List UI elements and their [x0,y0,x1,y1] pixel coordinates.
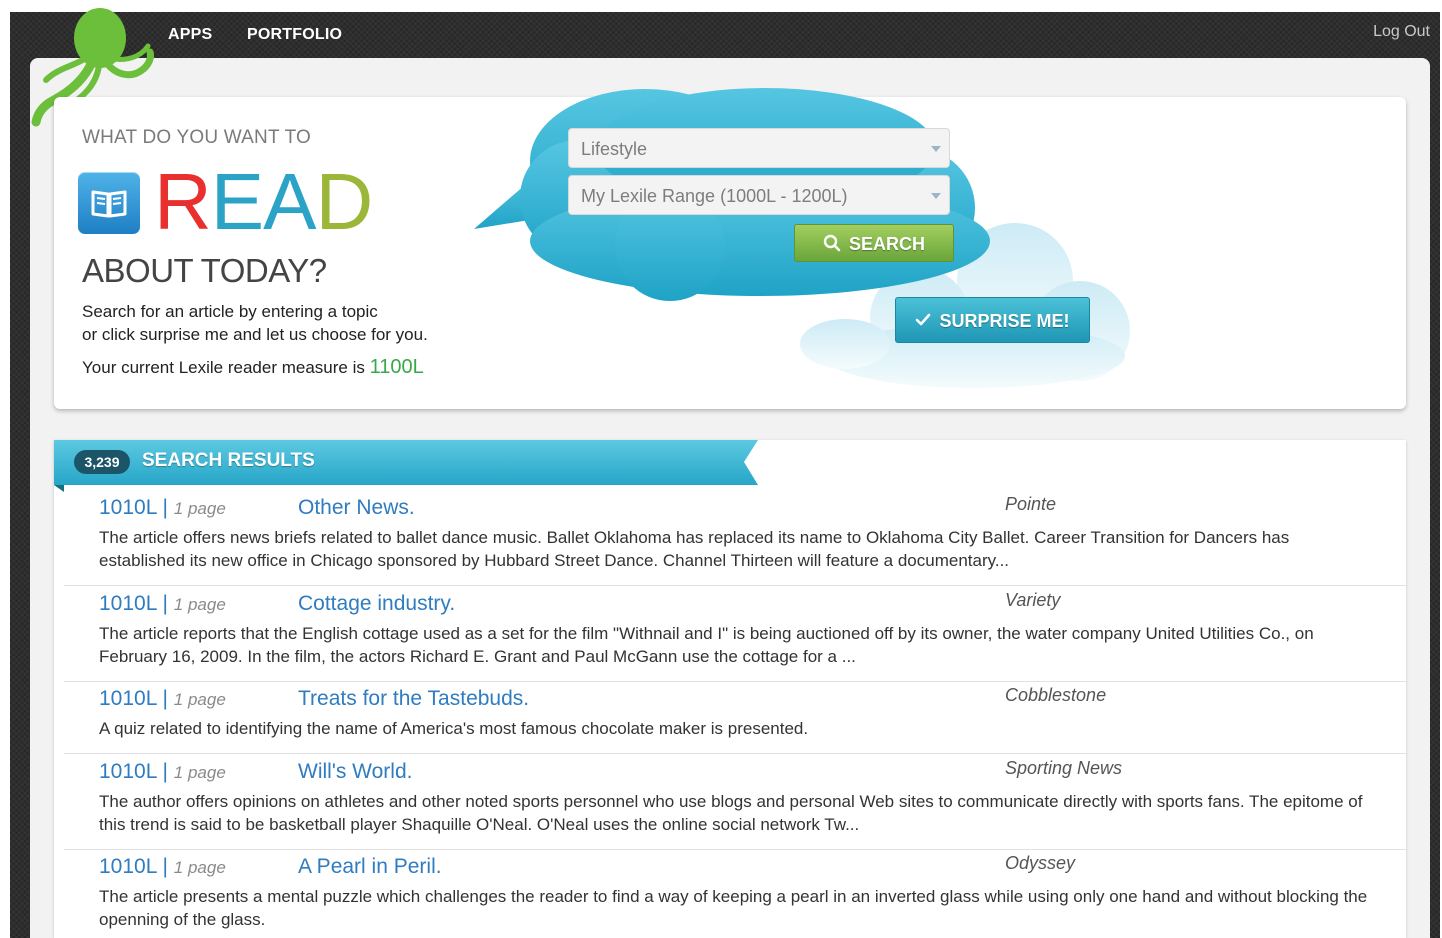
surprise-me-button[interactable]: SURPRISE ME! [895,297,1090,343]
nav-portfolio-link[interactable]: PORTFOLIO [247,26,342,44]
open-book-icon [78,172,140,234]
read-letter-d: D [315,157,374,246]
surprise-me-button-label: SURPRISE ME! [939,311,1070,331]
intro-text: Search for an article by entering a topi… [82,300,502,346]
result-row[interactable]: 1010L | 1 page Cottage industry. Variety… [64,590,1406,682]
result-source: Odyssey [1005,853,1076,873]
heading-about-today: ABOUT TODAY? [82,252,327,289]
result-title-link[interactable]: Other News. [298,496,415,520]
result-lexile: 1010L | 1 page [99,496,226,520]
topic-select-value: Lifestyle [581,139,648,159]
result-title-link[interactable]: A Pearl in Peril. [298,855,442,879]
logout-link[interactable]: Log Out [1373,23,1430,41]
result-separator: | [162,760,168,783]
search-icon [823,235,841,252]
result-lexile-value: 1010L [99,496,157,519]
result-title-link[interactable]: Will's World. [298,760,412,784]
search-button-label: SEARCH [848,234,925,254]
result-source: Pointe [1005,494,1057,514]
result-lexile-value: 1010L [99,592,157,615]
result-row[interactable]: 1010L | 1 page Treats for the Tastebuds.… [64,685,1406,754]
chevron-down-icon [931,146,941,152]
checkmark-icon [916,313,931,326]
intro-line-1: Search for an article by entering a topi… [82,302,378,321]
result-separator: | [162,855,168,878]
result-source: Sporting News [1005,758,1123,778]
result-lexile-value: 1010L [99,687,157,710]
result-row[interactable]: 1010L | 1 page Other News. Pointe The ar… [64,494,1406,586]
read-letter-r: R [154,157,212,246]
intro-line-2: or click surprise me and let us choose f… [82,325,428,344]
lexile-range-select[interactable]: My Lexile Range (1000L - 1200L) [568,175,950,215]
result-description: The article reports that the English cot… [99,624,1314,666]
lexile-measure-line: Your current Lexile reader measure is 11… [82,356,424,379]
result-lexile: 1010L | 1 page [99,760,226,784]
result-title-link[interactable]: Cottage industry. [298,592,455,616]
result-lexile: 1010L | 1 page [99,687,226,711]
search-button[interactable]: SEARCH [794,224,954,262]
read-letter-a: A [263,157,316,246]
result-separator: | [162,687,168,710]
result-source: Variety [1005,590,1061,610]
result-lexile: 1010L | 1 page [99,855,226,879]
lexile-measure-label: Your current Lexile reader measure is [82,358,365,377]
result-pages: 1 page [173,499,226,518]
result-source: Cobblestone [1005,685,1107,705]
results-count-badge: 3,239 [74,450,130,474]
result-pages: 1 page [173,595,226,614]
top-nav-bar: APPS PORTFOLIO Log Out [10,12,1440,58]
result-row[interactable]: 1010L | 1 page A Pearl in Peril. Odyssey… [64,853,1406,938]
result-lexile-value: 1010L [99,855,157,878]
results-title: SEARCH RESULTS [142,450,315,471]
result-pages: 1 page [173,763,226,782]
result-title-link[interactable]: Treats for the Tastebuds. [298,687,529,711]
topic-select[interactable]: Lifestyle [568,128,950,168]
read-letter-e: E [210,157,264,246]
result-description: A quiz related to identifying the name o… [99,719,809,738]
result-separator: | [162,496,168,519]
result-description: The author offers opinions on athletes a… [99,792,1363,834]
result-lexile: 1010L | 1 page [99,592,226,616]
result-description: The article presents a mental puzzle whi… [99,887,1368,929]
result-lexile-value: 1010L [99,760,157,783]
result-description: The article offers news briefs related t… [99,528,1290,570]
read-wordmark: READ [154,157,374,246]
chevron-down-icon [931,193,941,199]
heading-what-do-you-want: WHAT DO YOU WANT TO [82,127,312,148]
lexile-measure-value: 1100L [369,356,424,378]
result-separator: | [162,592,168,615]
result-row[interactable]: 1010L | 1 page Will's World. Sporting Ne… [64,758,1406,850]
nav-apps-link[interactable]: APPS [168,26,212,44]
result-pages: 1 page [173,858,226,877]
result-pages: 1 page [173,690,226,709]
lexile-range-select-value: My Lexile Range (1000L - 1200L) [581,186,848,206]
